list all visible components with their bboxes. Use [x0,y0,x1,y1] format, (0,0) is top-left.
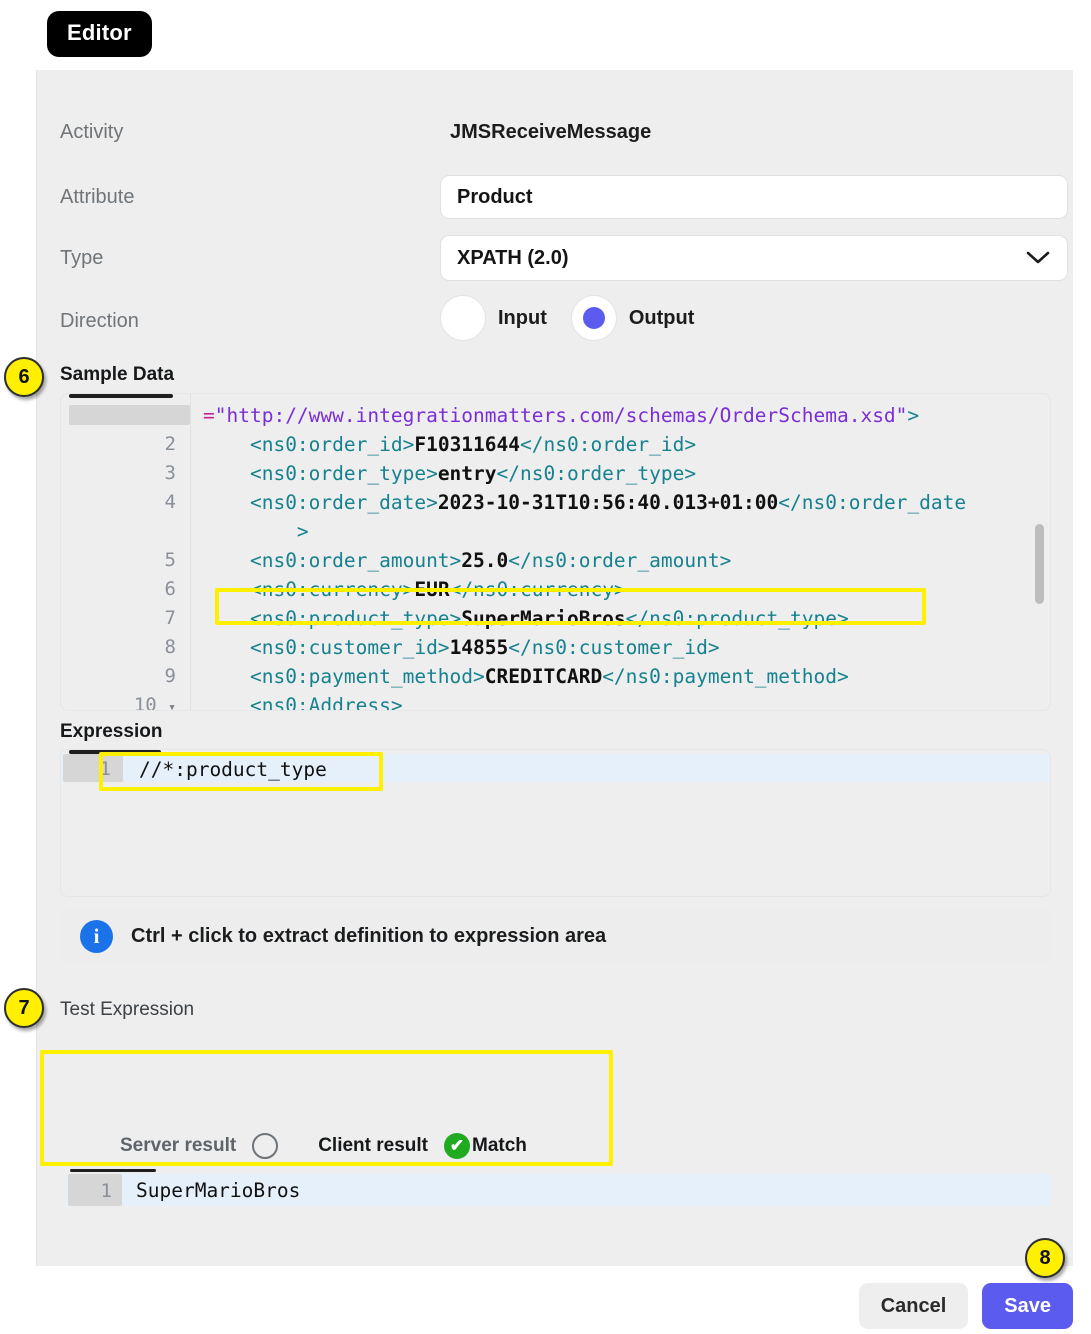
screenshot-root: Editor Activity JMSReceiveMessage Attrib… [0,0,1091,1334]
dialog-footer: Cancel Save [0,1278,1091,1334]
radio-output[interactable] [570,295,617,341]
radio-output-dot [582,307,605,329]
sample-data-line-selected [69,405,190,425]
expression-code[interactable]: //*:product_type [125,750,1050,896]
test-result-gutter: 1 [66,1169,124,1213]
cancel-button[interactable]: Cancel [858,1283,969,1329]
client-result-label: Client result [318,1135,428,1156]
expression-editor[interactable]: 1 //*:product_type [60,749,1051,897]
sample-data-code[interactable]: ="http://www.integrationmatters.com/sche… [191,394,1050,710]
sample-data-editor[interactable]: 2 3 4 5 6 7 8 9 10 ▾ ="http://www.integrationmat… [60,393,1051,711]
check-circle-icon: ✔ [444,1133,470,1159]
step-badge-6: 6 [4,357,44,397]
type-select-value: XPATH (2.0) [457,246,569,269]
radio-input[interactable] [440,295,486,341]
server-result-label: Server result [120,1135,237,1156]
test-result-line-gutter-bg [68,1174,122,1206]
sample-data-line: <ns0:order_date>2023-10-31T10:56:40.013+… [249,491,967,514]
test-result-editor: 1 SuperMarioBros [66,1169,1051,1213]
activity-value: JMSReceiveMessage [450,121,652,143]
radio-input-label: Input [498,306,547,329]
sample-data-line-number: 4 [164,491,176,513]
direction-radio-group: Input Output [440,295,718,341]
info-icon: i [80,919,113,953]
sample-data-line: ="http://www.integrationmatters.com/sche… [203,404,920,427]
sample-data-line: <ns0:product_type>SuperMarioBros</ns0:pr… [249,607,849,630]
sample-data-line-number: 10 ▾ [133,694,176,711]
sample-data-line-number: 9 [164,665,176,687]
step-badge-7: 7 [4,988,44,1028]
vertical-scrollbar[interactable] [1035,524,1044,604]
sample-data-line: <ns0:customer_id>14855</ns0:customer_id> [249,636,720,659]
sample-data-line: <ns0:Address> [249,694,403,711]
match-label: Match [472,1135,527,1156]
chevron-down-icon [1025,250,1051,266]
sample-data-line-number: 6 [164,578,176,600]
editor-dialog: Activity JMSReceiveMessage Attribute Typ… [36,70,1073,1266]
attribute-input[interactable] [440,175,1068,219]
radio-output-label: Output [628,306,695,329]
info-text: Ctrl + click to extract definition to ex… [131,924,607,947]
sample-data-line-number: 3 [164,462,176,484]
test-result-code: SuperMarioBros [124,1169,1051,1213]
attribute-label: Attribute [60,186,135,208]
sample-data-label: Sample Data [60,364,175,385]
expression-line-number: 1 [99,758,111,780]
expression-label: Expression [60,721,163,742]
test-result-line-number: 1 [100,1180,112,1202]
save-button[interactable]: Save [982,1283,1073,1329]
expression-line-gutter-bg [63,754,123,782]
sample-data-line: <ns0:order_id>F10311644</ns0:order_id> [249,433,697,456]
sample-data-line-number: 2 [164,433,176,455]
sample-data-line: <ns0:payment_method>CREDITCARD</ns0:paym… [249,665,849,688]
sample-data-line-number: 7 [164,607,176,629]
test-result-panel: Server result Client result ✔ Match 1 Su… [60,1111,1051,1261]
step-badge-8: 8 [1025,1238,1065,1278]
sample-data-line: > [203,520,309,543]
server-result-status-icon [252,1133,279,1159]
expression-gutter: 1 [61,750,125,896]
editor-title-chip: Editor [47,11,152,57]
activity-label: Activity [60,121,124,143]
type-label: Type [60,247,104,269]
type-select[interactable]: XPATH (2.0) [440,235,1068,281]
expression-value: //*:product_type [139,758,327,781]
sample-data-line: <ns0:currency>EUR</ns0:currency> [249,578,626,601]
direction-label: Direction [60,310,139,332]
sample-data-line: <ns0:order_type>entry</ns0:order_type> [249,462,697,485]
sample-data-line: <ns0:order_amount>25.0</ns0:order_amount… [249,549,732,572]
info-bar: i Ctrl + click to extract definition to … [60,907,1051,965]
test-result-header: Server result Client result ✔ Match [120,1133,527,1159]
test-result-value: SuperMarioBros [136,1179,301,1202]
sample-data-line-number: 5 [164,549,176,571]
sample-data-gutter: 2 3 4 5 6 7 8 9 10 ▾ [61,394,191,710]
sample-data-line-number: 8 [164,636,176,658]
test-expression-label: Test Expression [60,999,195,1020]
